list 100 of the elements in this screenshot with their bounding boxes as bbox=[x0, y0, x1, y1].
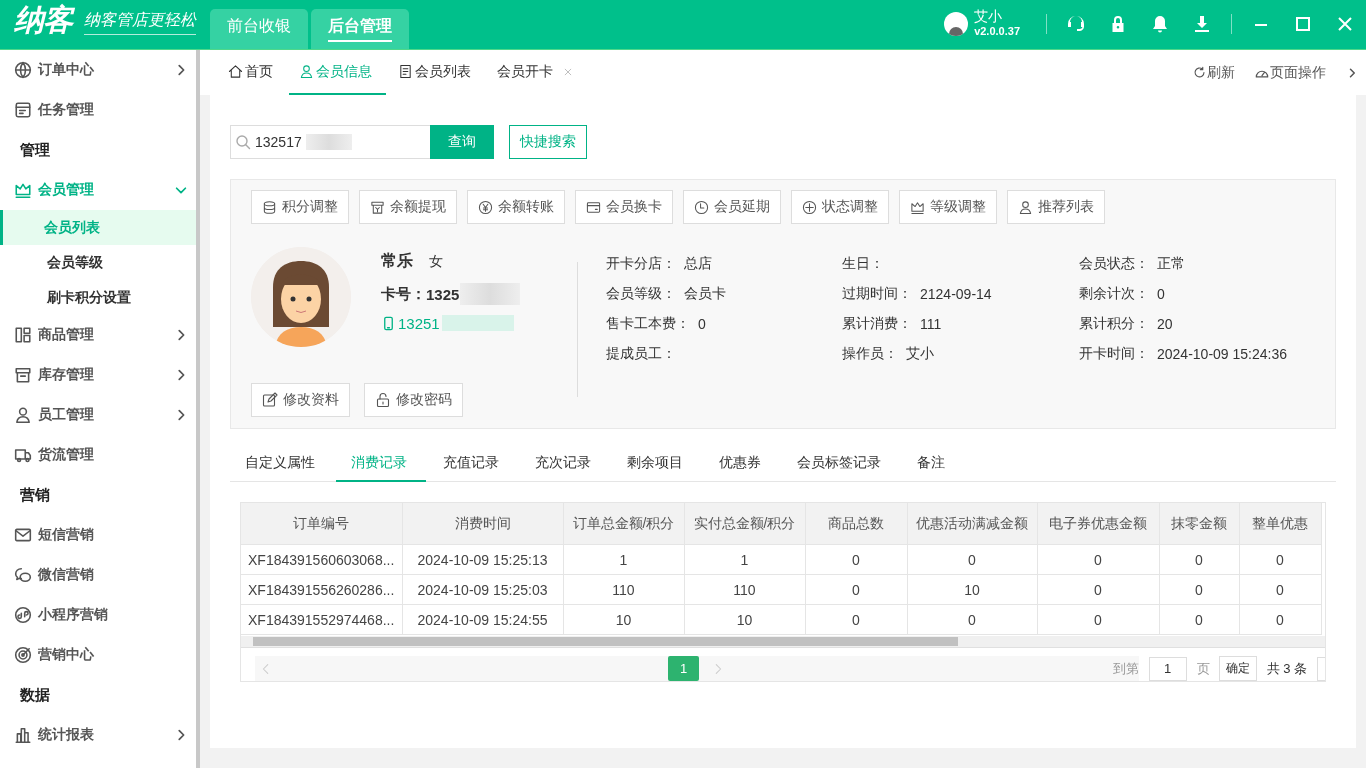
crown-icon bbox=[910, 199, 925, 215]
sidebar-item[interactable]: 统计报表 bbox=[0, 715, 196, 755]
action-button[interactable]: 会员延期 bbox=[683, 190, 781, 224]
section-heading: 营销 bbox=[19, 484, 51, 505]
table-cell: 0 bbox=[1037, 544, 1159, 575]
field-value: 艾小 bbox=[906, 345, 934, 363]
sidebar-item[interactable]: 订单中心 bbox=[0, 50, 196, 90]
detail-tab[interactable]: 会员标签记录 bbox=[782, 446, 900, 482]
field-label: 会员等级： bbox=[606, 285, 676, 303]
sidebar-item[interactable]: 小程序营销 bbox=[0, 595, 196, 635]
crown-icon bbox=[14, 181, 32, 199]
table-cell: 0 bbox=[1239, 574, 1321, 605]
maximize-icon[interactable] bbox=[1293, 14, 1313, 34]
clock-icon bbox=[694, 199, 709, 215]
bell-icon[interactable] bbox=[1150, 14, 1170, 34]
table-cell: 110 bbox=[563, 574, 684, 605]
page-size-select[interactable] bbox=[1317, 656, 1325, 681]
field-label: 操作员： bbox=[842, 345, 898, 363]
detail-tab[interactable]: 自定义属性 bbox=[230, 446, 334, 482]
table-cell: 1 bbox=[684, 544, 805, 575]
yen-icon bbox=[478, 199, 493, 215]
sidebar-item[interactable]: 营销中心 bbox=[0, 635, 196, 675]
column-header: 优惠活动满减金额 bbox=[907, 503, 1037, 545]
page-actions-link[interactable]: 页面操作 bbox=[1255, 63, 1326, 82]
globe-icon bbox=[14, 61, 32, 79]
action-button[interactable]: 积分调整 bbox=[251, 190, 349, 224]
sidebar-item[interactable]: 微信营销 bbox=[0, 555, 196, 595]
search-field[interactable]: 132517 bbox=[230, 125, 430, 159]
refresh-link[interactable]: 刷新 bbox=[1193, 63, 1235, 82]
phone-icon bbox=[381, 315, 396, 331]
table-cell: 0 bbox=[907, 604, 1037, 635]
headset-icon[interactable] bbox=[1066, 14, 1086, 34]
field-value: 111 bbox=[920, 316, 942, 332]
field-value: 总店 bbox=[684, 255, 712, 273]
edit-button[interactable]: 修改资料 bbox=[251, 383, 350, 417]
detail-tab[interactable]: 优惠券 bbox=[704, 446, 780, 482]
sidebar-item[interactable]: 货流管理 bbox=[0, 435, 196, 475]
edit-button[interactable]: 修改密码 bbox=[364, 383, 463, 417]
sidebar-item[interactable]: 商品管理 bbox=[0, 315, 196, 355]
detail-tab[interactable]: 剩余项目 bbox=[612, 446, 702, 482]
section-heading: 数据 bbox=[19, 684, 51, 705]
search-value: 132517 bbox=[255, 134, 302, 150]
member-gender: 女 bbox=[429, 253, 443, 271]
table-cell: 110 bbox=[684, 574, 805, 605]
table-cell: 0 bbox=[805, 574, 907, 605]
field-label: 开卡分店： bbox=[606, 255, 676, 273]
card-icon bbox=[586, 199, 601, 215]
grid-icon bbox=[14, 326, 32, 344]
action-button[interactable]: 状态调整 bbox=[791, 190, 889, 224]
box-icon bbox=[14, 366, 32, 384]
close-icon[interactable] bbox=[563, 66, 573, 77]
user-name: 艾小 bbox=[974, 9, 1004, 24]
table-cell: 0 bbox=[805, 604, 907, 635]
section-heading: 管理 bbox=[19, 139, 51, 160]
redaction-blur bbox=[460, 283, 521, 305]
table-cell: 1 bbox=[563, 544, 684, 575]
field-value: 2024-10-09 15:24:36 bbox=[1157, 346, 1287, 362]
action-button[interactable]: 推荐列表 bbox=[1007, 190, 1105, 224]
table-cell: 10 bbox=[907, 574, 1037, 605]
field-label: 开卡时间： bbox=[1079, 345, 1149, 363]
sidebar-item[interactable]: 员工管理 bbox=[0, 395, 196, 435]
detail-tab[interactable]: 充次记录 bbox=[520, 446, 610, 482]
withdraw-icon bbox=[370, 199, 385, 215]
detail-tab[interactable]: 备注 bbox=[902, 446, 964, 482]
sidebar-subitem[interactable]: 会员等级 bbox=[0, 245, 196, 280]
field-value: 0 bbox=[1157, 286, 1165, 302]
page-tab[interactable]: 会员开卡 bbox=[487, 50, 587, 95]
action-button[interactable]: 等级调整 bbox=[899, 190, 997, 224]
confirm-button[interactable]: 确定 bbox=[1218, 656, 1257, 681]
task-icon bbox=[14, 101, 32, 119]
sidebar-item[interactable]: 库存管理 bbox=[0, 355, 196, 395]
field-value: 20 bbox=[1157, 316, 1173, 332]
action-button[interactable]: 会员换卡 bbox=[575, 190, 673, 224]
sidebar-item[interactable]: 任务管理 bbox=[0, 90, 196, 130]
search-icon bbox=[235, 134, 251, 150]
table-cell: 0 bbox=[805, 544, 907, 575]
column-header: 抹零金额 bbox=[1159, 503, 1239, 545]
field-value: 2124-09-14 bbox=[920, 286, 992, 302]
table-cell: 0 bbox=[1239, 544, 1321, 575]
field-label: 累计消费： bbox=[842, 315, 912, 333]
sidebar-subitem[interactable]: 刷卡积分设置 bbox=[0, 280, 196, 315]
detail-tab[interactable]: 充值记录 bbox=[428, 446, 518, 482]
table-cell: XF184391560603068... bbox=[241, 544, 402, 575]
mini-program-icon bbox=[14, 606, 32, 624]
goto-label: 到第 bbox=[1112, 659, 1139, 678]
action-button[interactable]: 余额提现 bbox=[359, 190, 457, 224]
page-tab[interactable]: 会员列表 bbox=[388, 50, 485, 95]
page-tab[interactable]: 首页 bbox=[218, 50, 287, 95]
download-icon[interactable] bbox=[1192, 14, 1212, 34]
sidebar-item[interactable]: 短信营销 bbox=[0, 515, 196, 555]
table-cell: 10 bbox=[563, 604, 684, 635]
total-count: 共 3 条 bbox=[1266, 659, 1307, 678]
page-input[interactable]: 1 bbox=[1148, 656, 1187, 681]
coins-icon bbox=[262, 199, 277, 215]
person-icon bbox=[299, 64, 314, 79]
action-button[interactable]: 余额转账 bbox=[467, 190, 565, 224]
field-value: 会员卡 bbox=[684, 285, 726, 303]
target-icon bbox=[14, 646, 32, 664]
edit-icon bbox=[262, 392, 278, 408]
table-cell: 0 bbox=[907, 544, 1037, 575]
